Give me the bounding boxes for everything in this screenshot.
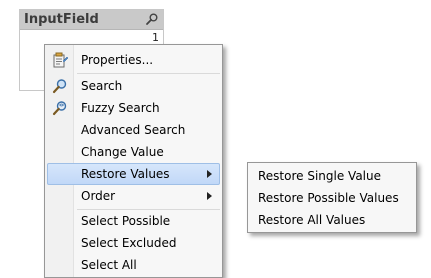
menu-item-order[interactable]: Order [47,185,220,207]
menu-item-fuzzy-search[interactable]: Fuzzy Search [47,97,220,119]
submenu-arrow-icon [207,170,212,178]
menu-item-label: Fuzzy Search [81,101,160,115]
restore-values-submenu: Restore Single Value Restore Possible Va… [247,162,417,233]
properties-icon [53,52,68,68]
menu-item-label: Select All [81,258,137,272]
menu-item-label: Restore Values [81,167,170,181]
menu-item-label: Order [81,189,116,203]
search-icon[interactable] [145,12,159,26]
menu-item-select-possible[interactable]: Select Possible [47,210,220,232]
menu-item-label: Select Possible [81,214,171,228]
menu-item-advanced-search[interactable]: Advanced Search [47,119,220,141]
menu-item-properties[interactable]: Properties... [47,49,220,71]
list-item-value: 1 [152,31,159,44]
menu-item-restore-possible-values[interactable]: Restore Possible Values [250,187,414,209]
menu-item-label: Advanced Search [81,123,186,137]
menu-item-restore-values[interactable]: Restore Values [47,163,220,185]
menu-separator [77,73,220,74]
menu-item-label: Restore Single Value [258,169,382,183]
menu-item-restore-all-values[interactable]: Restore All Values [250,209,414,231]
listbox-title: InputField [24,12,99,27]
menu-item-label: Restore Possible Values [258,191,399,205]
menu-item-label: Search [81,79,123,93]
submenu-arrow-icon [207,192,212,200]
menu-item-label: Properties... [81,53,154,67]
menu-item-label: Change Value [81,145,164,159]
menu-item-select-excluded[interactable]: Select Excluded [47,232,220,254]
context-menu: Properties... Search Fuzzy Search Advanc… [44,44,223,278]
listbox-header[interactable]: InputField [20,10,163,30]
menu-item-change-value[interactable]: Change Value [47,141,220,163]
fuzzy-search-icon [52,101,67,116]
search-icon [52,79,67,94]
menu-item-restore-single-value[interactable]: Restore Single Value [250,165,414,187]
menu-item-label: Select Excluded [81,236,177,250]
menu-item-label: Restore All Values [258,213,366,227]
menu-item-select-all[interactable]: Select All [47,254,220,276]
menu-item-search[interactable]: Search [47,75,220,97]
